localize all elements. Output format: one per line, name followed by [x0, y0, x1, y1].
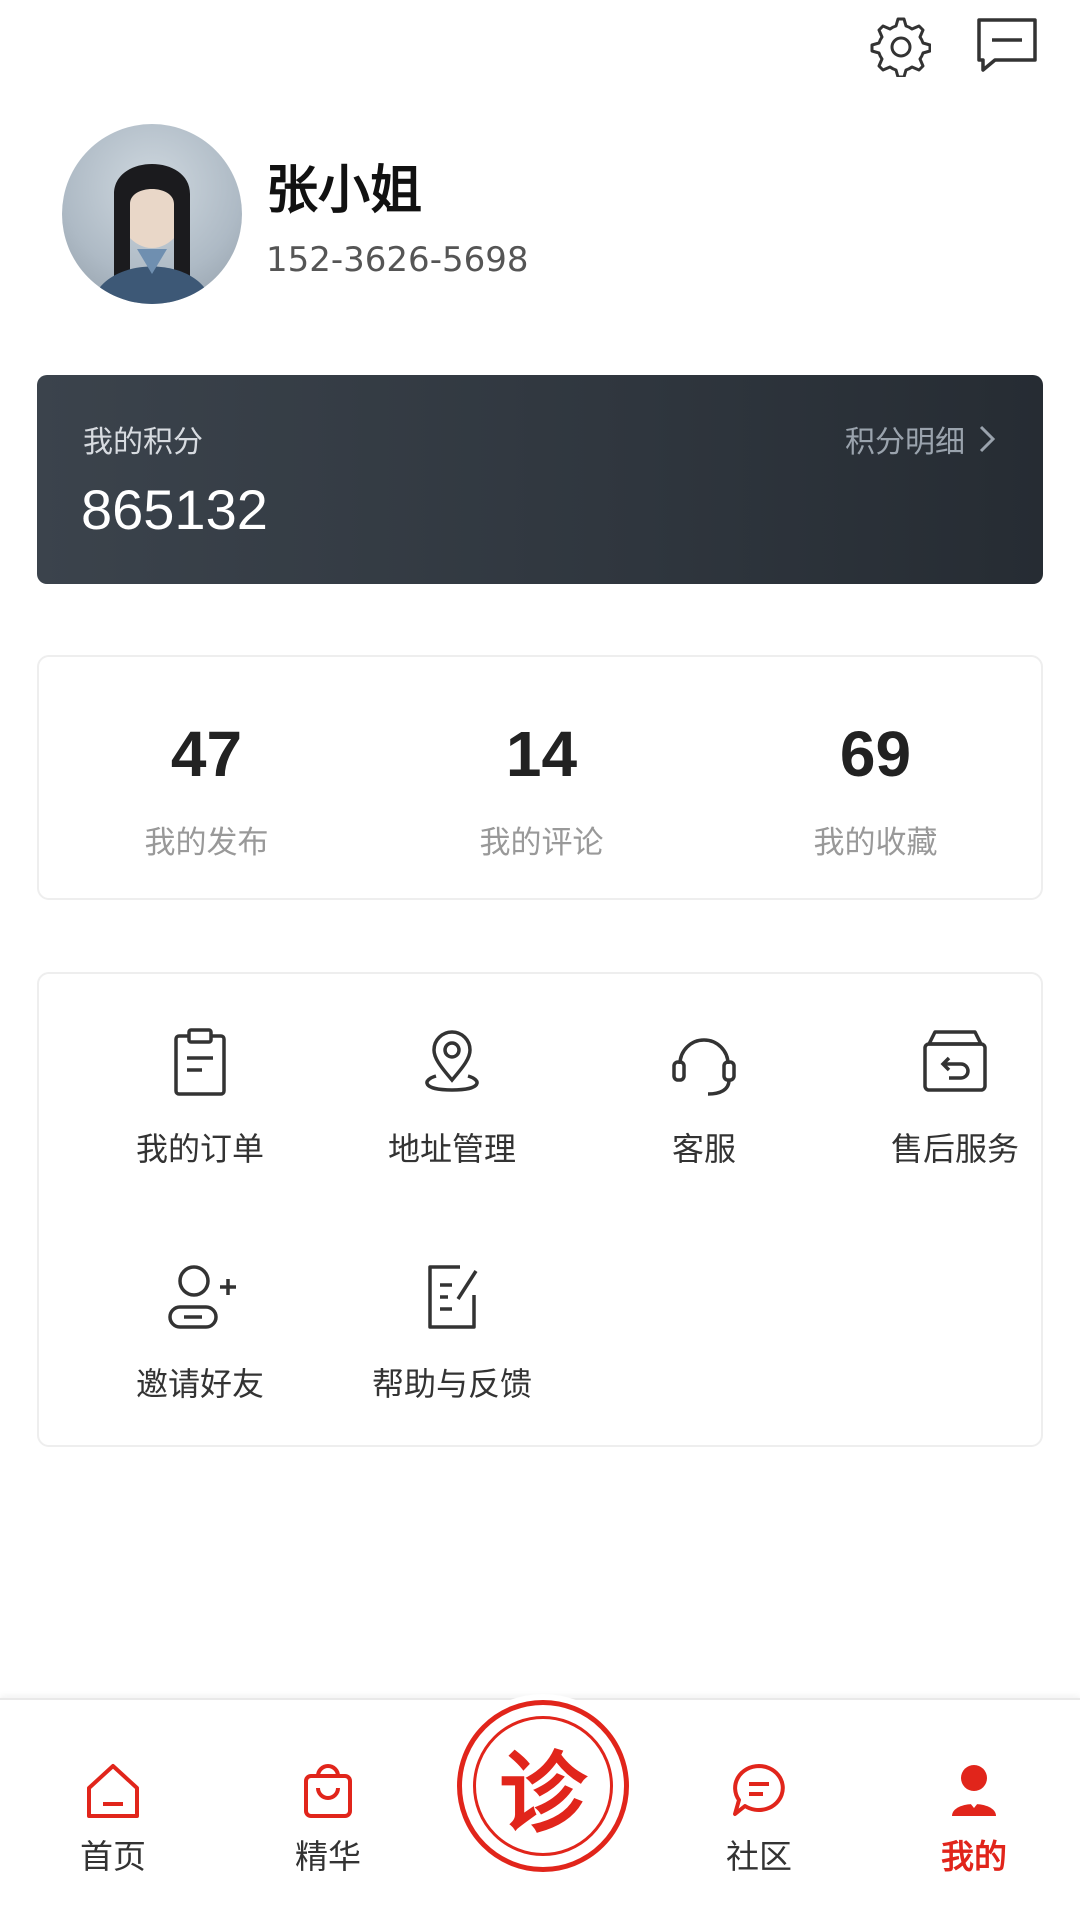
home-icon [87, 1764, 139, 1818]
points-detail-link[interactable]: 积分明细 [845, 417, 997, 461]
nav-featured[interactable]: 精华 [258, 1760, 398, 1890]
points-detail-label: 积分明细 [845, 425, 965, 460]
user-icon [952, 1765, 996, 1816]
stat-label: 我的发布 [144, 825, 269, 861]
service-customer-support[interactable]: 客服 [594, 1024, 814, 1194]
headset-icon [672, 1038, 736, 1096]
nav-community[interactable]: 社区 [689, 1760, 829, 1890]
service-label: 我的订单 [135, 1130, 264, 1168]
nav-label: 我的 [941, 1837, 1007, 1876]
nav-label: 精华 [295, 1837, 361, 1876]
chevron-right-icon [979, 425, 996, 453]
stat-label: 我的收藏 [813, 825, 938, 861]
service-help-feedback[interactable]: 帮助与反馈 [342, 1259, 562, 1429]
clipboard-icon [174, 1028, 226, 1096]
location-pin-icon [425, 1030, 479, 1092]
nav-home[interactable]: 首页 [43, 1760, 183, 1890]
avatar-image [92, 164, 212, 304]
service-after-sales[interactable]: 售后服务 [845, 1024, 1065, 1194]
center-diagnosis-button[interactable]: 诊 [457, 1700, 629, 1872]
return-box-icon [923, 1030, 987, 1092]
service-label: 邀请好友 [135, 1365, 264, 1403]
service-label: 客服 [671, 1130, 736, 1168]
points-label: 我的积分 [83, 425, 203, 460]
bag-icon [304, 1764, 352, 1818]
stat-label: 我的评论 [479, 825, 604, 861]
services-card: 我的订单 地址管理 客服 售后服务 邀请好友 帮助与反馈 [37, 972, 1043, 1447]
points-card: 我的积分 865132 积分明细 [37, 375, 1043, 584]
user-name: 张小姐 [266, 161, 423, 221]
stat-value: 47 [170, 718, 243, 790]
nav-mine[interactable]: 我的 [904, 1760, 1044, 1890]
center-button-label: 诊 [473, 1716, 613, 1856]
service-address[interactable]: 地址管理 [342, 1024, 562, 1194]
stat-favorites[interactable]: 69 我的收藏 [708, 657, 1043, 898]
add-user-icon [168, 1265, 236, 1329]
settings-button[interactable] [862, 8, 936, 82]
stat-value: 14 [505, 718, 578, 790]
message-icon [977, 18, 1037, 72]
service-label: 帮助与反馈 [371, 1365, 532, 1403]
edit-note-icon [428, 1265, 478, 1329]
stat-comments[interactable]: 14 我的评论 [374, 657, 709, 898]
messages-button[interactable] [970, 8, 1044, 82]
service-invite-friends[interactable]: 邀请好友 [90, 1259, 310, 1429]
service-label: 售后服务 [890, 1130, 1019, 1168]
points-value: 865132 [81, 478, 268, 541]
nav-label: 首页 [80, 1837, 146, 1876]
stat-posts[interactable]: 47 我的发布 [39, 657, 374, 898]
avatar[interactable] [62, 124, 242, 304]
user-phone: 152-3626-5698 [266, 240, 529, 280]
stats-card: 47 我的发布 14 我的评论 69 我的收藏 [37, 655, 1043, 900]
service-label: 地址管理 [387, 1130, 516, 1168]
gear-icon [870, 17, 931, 77]
stat-value: 69 [839, 718, 912, 790]
nav-label: 社区 [726, 1837, 792, 1876]
chat-bubble-icon [733, 1764, 785, 1816]
service-orders[interactable]: 我的订单 [90, 1024, 310, 1194]
